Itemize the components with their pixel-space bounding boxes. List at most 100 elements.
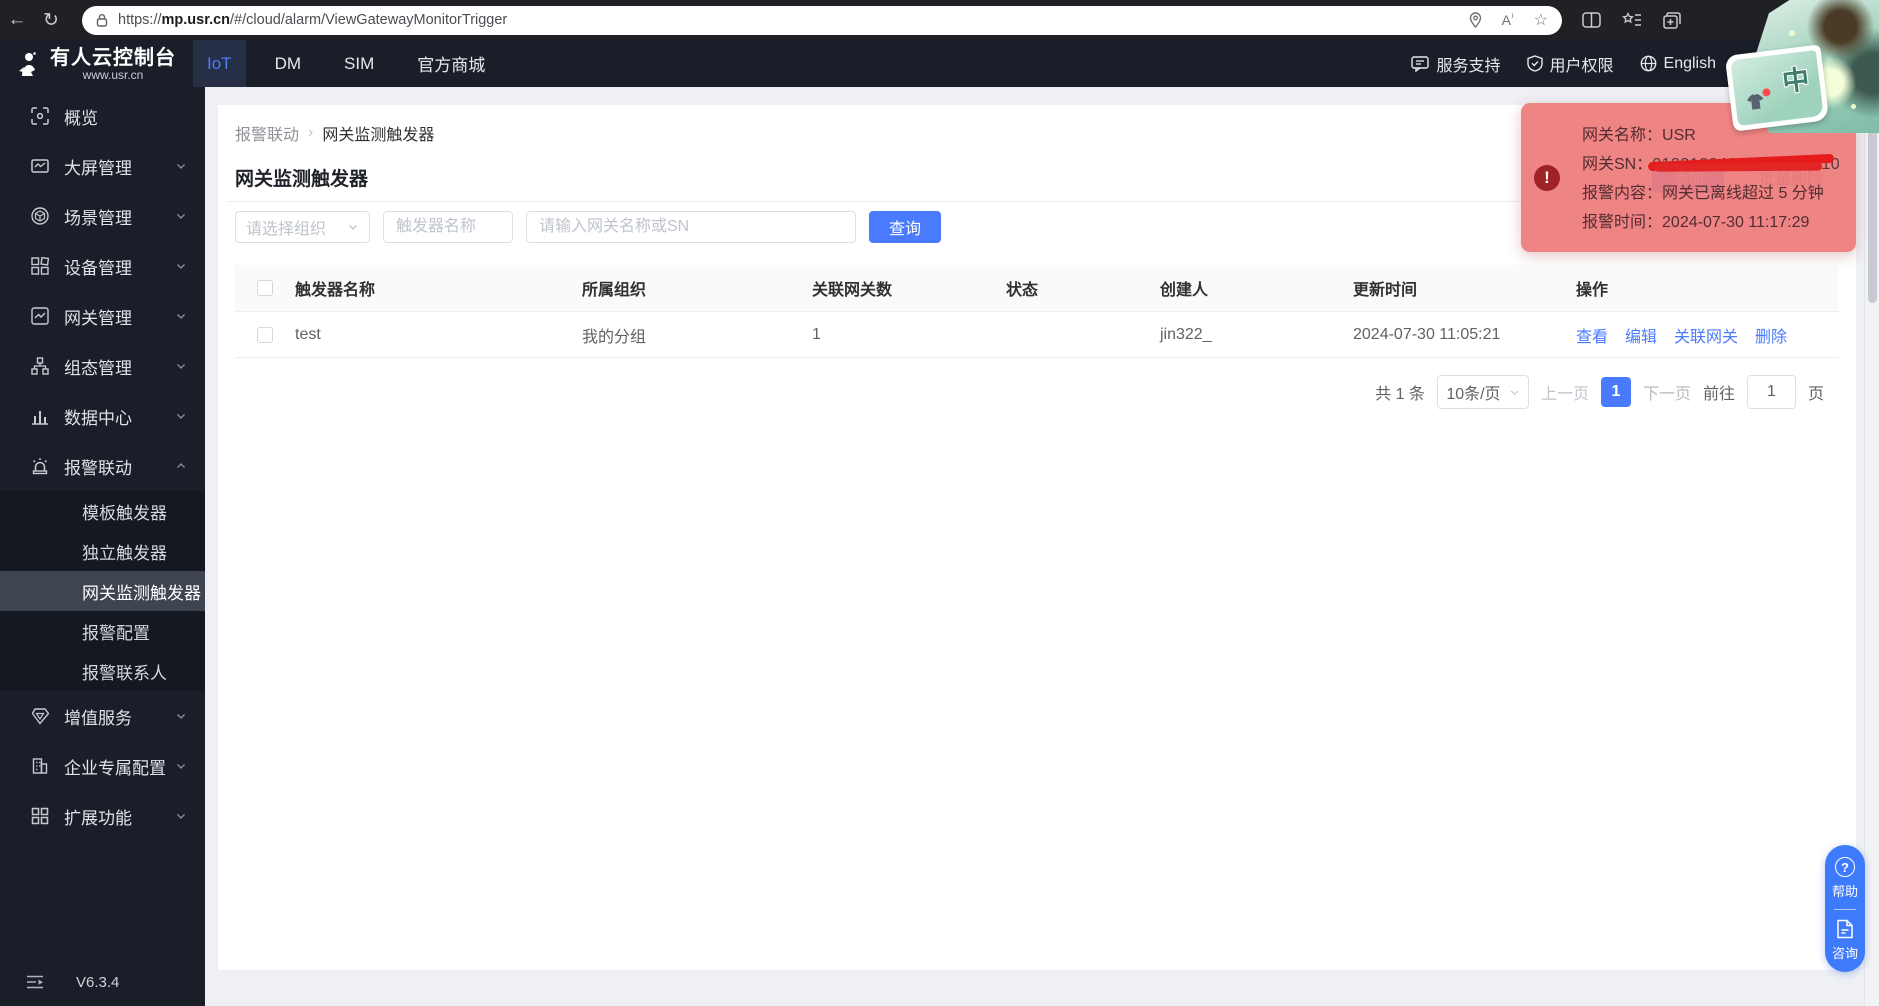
reload-icon[interactable]: ↻ bbox=[34, 9, 68, 32]
chevron-down-icon bbox=[175, 160, 187, 172]
cell-updated-time: 2024-07-30 11:05:21 bbox=[1353, 326, 1576, 344]
device-grid-icon bbox=[30, 256, 50, 276]
sidebar-item-value-added-services[interactable]: 增值服务 bbox=[0, 691, 205, 741]
split-screen-icon[interactable] bbox=[1582, 12, 1601, 28]
chevron-up-icon bbox=[175, 460, 187, 472]
sidebar-item-scene-mgmt[interactable]: 场景管理 bbox=[0, 191, 205, 241]
select-all-checkbox[interactable] bbox=[257, 280, 273, 296]
tile-character: 中 bbox=[1780, 57, 1812, 99]
screen-icon bbox=[30, 156, 50, 176]
goto-label: 前往 bbox=[1703, 380, 1735, 404]
cell-organization: 我的分组 bbox=[582, 323, 812, 347]
chevron-down-icon bbox=[175, 710, 187, 722]
collections-icon[interactable] bbox=[1663, 12, 1681, 29]
language-button[interactable]: English bbox=[1640, 55, 1716, 73]
next-page-button[interactable]: 下一页 bbox=[1643, 380, 1691, 404]
associate-gateway-link[interactable]: 关联网关 bbox=[1674, 323, 1738, 347]
goto-page-input[interactable] bbox=[1747, 375, 1796, 409]
current-page-button[interactable]: 1 bbox=[1601, 377, 1631, 407]
row-checkbox[interactable] bbox=[257, 327, 273, 343]
tab-dm[interactable]: DM bbox=[261, 40, 315, 87]
sidebar-item-enterprise-config[interactable]: 企业专属配置 bbox=[0, 741, 205, 791]
topology-icon bbox=[30, 356, 50, 376]
tab-official-store[interactable]: 官方商城 bbox=[403, 40, 499, 87]
tab-sim[interactable]: SIM bbox=[330, 40, 388, 87]
sidebar-item-alarm-config[interactable]: 报警配置 bbox=[0, 611, 205, 651]
chevron-down-icon bbox=[175, 360, 187, 372]
table-header: 触发器名称 所属组织 关联网关数 状态 创建人 更新时间 操作 bbox=[235, 265, 1839, 312]
back-icon[interactable]: ← bbox=[0, 9, 34, 31]
read-aloud-icon[interactable]: A bbox=[1502, 12, 1514, 28]
breadcrumb-parent[interactable]: 报警联动 bbox=[235, 121, 299, 145]
trigger-name-input[interactable] bbox=[383, 211, 513, 243]
sidebar-item-device-mgmt[interactable]: 设备管理 bbox=[0, 241, 205, 291]
app-logo[interactable]: 有人云控制台 www.usr.cn bbox=[0, 47, 193, 81]
trigger-table: 触发器名称 所属组织 关联网关数 状态 创建人 更新时间 操作 test 我的分… bbox=[235, 265, 1839, 358]
chevron-down-icon bbox=[347, 221, 359, 233]
page-scrollbar[interactable] bbox=[1864, 40, 1879, 1006]
sidebar-item-data-center[interactable]: 数据中心 bbox=[0, 391, 205, 441]
table-row: test 我的分组 1 jin322_ 2024-07-30 11:05:21 … bbox=[235, 312, 1839, 358]
gem-icon bbox=[30, 706, 50, 726]
gateway-chart-icon bbox=[30, 306, 50, 326]
shield-icon bbox=[1527, 55, 1543, 72]
error-icon: ! bbox=[1534, 165, 1560, 191]
search-button[interactable]: 查询 bbox=[869, 211, 941, 243]
tab-iot[interactable]: IoT bbox=[193, 40, 246, 87]
sidebar-item-gateway-monitor-trigger[interactable]: 网关监测触发器 bbox=[0, 571, 205, 611]
app-version: V6.3.4 bbox=[76, 974, 119, 991]
prev-page-button[interactable]: 上一页 bbox=[1541, 380, 1589, 404]
sidebar-item-configuration-mgmt[interactable]: 组态管理 bbox=[0, 341, 205, 391]
collapse-sidebar-icon[interactable] bbox=[26, 975, 44, 989]
location-icon[interactable] bbox=[1469, 12, 1482, 28]
chevron-down-icon bbox=[175, 310, 187, 322]
game-promo-overlay[interactable]: 中 bbox=[1729, 0, 1879, 133]
chat-icon bbox=[1411, 56, 1429, 72]
logo-person-icon bbox=[14, 50, 42, 78]
consult-button[interactable]: 咨询 bbox=[1832, 919, 1858, 962]
cell-trigger-name: test bbox=[295, 326, 582, 344]
sidebar: 概览 大屏管理 场景管理 设备管理 网关管理 组态管理 bbox=[0, 87, 205, 1006]
user-permission-button[interactable]: 用户权限 bbox=[1527, 52, 1614, 76]
sidebar-item-alarm-linkage[interactable]: 报警联动 bbox=[0, 441, 205, 491]
alarm-time: 报警时间：2024-07-30 11:17:29 bbox=[1582, 208, 1840, 237]
goto-unit: 页 bbox=[1808, 380, 1824, 404]
sidebar-item-alarm-contacts[interactable]: 报警联系人 bbox=[0, 651, 205, 691]
address-bar[interactable]: https://mp.usr.cn/#/cloud/alarm/ViewGate… bbox=[82, 6, 1562, 35]
chevron-down-icon bbox=[175, 410, 187, 422]
chevron-down-icon bbox=[175, 810, 187, 822]
gateway-search-input[interactable] bbox=[526, 211, 856, 243]
alarm-content: 报警内容：网关已离线超过 5 分钟 bbox=[1582, 179, 1840, 208]
edit-link[interactable]: 编辑 bbox=[1625, 323, 1657, 347]
pagination: 共 1 条 10条/页 上一页 1 下一页 前往 页 bbox=[1375, 375, 1824, 409]
sidebar-item-extensions[interactable]: 扩展功能 bbox=[0, 791, 205, 841]
chevron-down-icon bbox=[1509, 387, 1520, 398]
lock-icon bbox=[96, 13, 108, 27]
chevron-down-icon bbox=[175, 210, 187, 222]
filter-bar: 请选择组织 查询 bbox=[235, 211, 941, 243]
floating-help-widget: ? 帮助 咨询 bbox=[1825, 845, 1865, 972]
favorite-star-icon[interactable]: ☆ bbox=[1534, 10, 1548, 30]
service-support-button[interactable]: 服务支持 bbox=[1411, 52, 1500, 76]
app-top-nav: 有人云控制台 www.usr.cn IoT DM SIM 官方商城 服务支持 用… bbox=[0, 40, 1864, 87]
page-size-select[interactable]: 10条/页 bbox=[1437, 375, 1529, 409]
breadcrumb-current: 网关监测触发器 bbox=[322, 121, 434, 145]
favorites-bar-icon[interactable] bbox=[1622, 12, 1642, 28]
sidebar-item-template-trigger[interactable]: 模板触发器 bbox=[0, 491, 205, 531]
screen: ← ↻ https://mp.usr.cn/#/cloud/alarm/View… bbox=[0, 0, 1879, 1006]
sidebar-item-gateway-mgmt[interactable]: 网关管理 bbox=[0, 291, 205, 341]
url-text: https://mp.usr.cn/#/cloud/alarm/ViewGate… bbox=[118, 12, 1469, 28]
grid-icon bbox=[30, 806, 50, 826]
delete-link[interactable]: 删除 bbox=[1755, 323, 1787, 347]
nav-tabs: IoT DM SIM 官方商城 bbox=[193, 40, 514, 87]
organization-select[interactable]: 请选择组织 bbox=[235, 211, 370, 243]
sidebar-item-independent-trigger[interactable]: 独立触发器 bbox=[0, 531, 205, 571]
bar-chart-icon bbox=[30, 406, 50, 426]
sidebar-item-screen-mgmt[interactable]: 大屏管理 bbox=[0, 141, 205, 191]
help-button[interactable]: ? 帮助 bbox=[1832, 857, 1858, 900]
sidebar-item-overview[interactable]: 概览 bbox=[0, 91, 205, 141]
view-link[interactable]: 查看 bbox=[1576, 323, 1608, 347]
logo-title: 有人云控制台 bbox=[50, 47, 176, 69]
globe-icon bbox=[1640, 55, 1657, 72]
overview-icon bbox=[30, 106, 50, 126]
